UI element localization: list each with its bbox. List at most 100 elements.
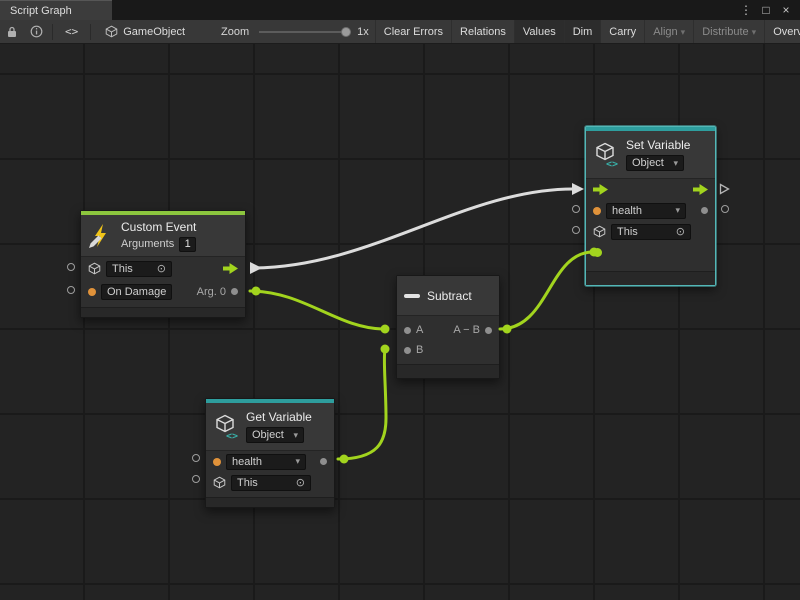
node-header[interactable]: <> Get Variable Object ▾ [206, 403, 334, 451]
chevron-down-icon: ▾ [752, 20, 757, 44]
arg0-output-port[interactable] [231, 288, 238, 295]
port-row-b: B [397, 340, 499, 360]
unconnected-port-indicator[interactable] [721, 205, 729, 213]
port-row-flow [586, 179, 715, 200]
node-header[interactable]: Subtract [397, 276, 499, 316]
overview-button[interactable]: Overview [764, 20, 800, 44]
value-output-port[interactable] [320, 458, 327, 465]
port-row-a: A A − B [397, 320, 499, 340]
window-close-icon[interactable]: × [778, 3, 794, 17]
variable-name-dropdown[interactable]: health ▾ [606, 203, 686, 219]
wire-getvariable-to-subtract-b[interactable] [338, 350, 386, 459]
arg0-port-label: Arg. 0 [197, 286, 226, 298]
unconnected-flow-output-indicator[interactable] [718, 183, 730, 195]
b-port-label: B [416, 344, 423, 356]
window-menu-icon[interactable]: ⋮ [738, 3, 754, 17]
name-input-port[interactable] [593, 207, 601, 215]
node-set-variable[interactable]: <> Set Variable Object ▾ [585, 126, 716, 286]
cube-icon [593, 225, 606, 238]
a-input-port[interactable] [404, 327, 411, 334]
zoom-label: Zoom [221, 26, 249, 38]
graph-canvas[interactable]: Custom Event Arguments 1 This ⊙ [0, 44, 800, 600]
carry-toggle[interactable]: Carry [600, 20, 644, 44]
cube-icon [88, 262, 101, 275]
this-target-field[interactable]: This ⊙ [106, 261, 172, 277]
lock-icon[interactable] [0, 26, 24, 38]
svg-text:<>: <> [226, 431, 238, 440]
zoom-slider-knob[interactable] [341, 27, 351, 37]
flow-input-port[interactable] [593, 184, 608, 195]
unconnected-port-indicator[interactable] [192, 454, 200, 462]
tab-title: Script Graph [10, 5, 72, 17]
tab-script-graph[interactable]: Script Graph [0, 0, 112, 20]
event-name-chip[interactable]: On Damage [101, 284, 172, 300]
chevron-down-icon: ▾ [673, 158, 678, 169]
target-picker-icon[interactable]: ⊙ [157, 262, 166, 275]
value-output-port[interactable] [701, 207, 708, 214]
this-target-field[interactable]: This ⊙ [611, 224, 691, 240]
zoom-slider-track [259, 31, 351, 33]
port-row-this: This ⊙ [81, 257, 245, 280]
variable-node-icon: <> [593, 142, 619, 168]
event-value-port[interactable] [88, 288, 96, 296]
distribute-dropdown[interactable]: Distribute ▾ [693, 20, 764, 44]
node-title: Set Variable [626, 138, 690, 152]
variable-scope-dropdown[interactable]: Object ▾ [246, 427, 304, 443]
node-title: Get Variable [246, 410, 312, 424]
flow-output-port[interactable] [223, 263, 238, 274]
info-icon[interactable] [24, 25, 48, 38]
flow-output-port[interactable] [693, 184, 708, 195]
gameobject-label: GameObject [123, 26, 185, 38]
this-target-field[interactable]: This ⊙ [231, 475, 311, 491]
variable-scope-dropdown[interactable]: Object ▾ [626, 155, 684, 171]
port-row-this: This ⊙ [206, 472, 334, 493]
node-custom-event[interactable]: Custom Event Arguments 1 This ⊙ [80, 210, 246, 318]
unconnected-port-indicator[interactable] [572, 205, 580, 213]
gameobject-cube-icon [105, 25, 118, 38]
result-output-port[interactable] [485, 327, 492, 334]
zoom-slider[interactable] [259, 26, 351, 38]
port-row-value [586, 242, 715, 263]
window-maximize-icon[interactable]: □ [758, 3, 774, 17]
node-header[interactable]: Custom Event Arguments 1 [81, 215, 245, 257]
relations-button[interactable]: Relations [451, 20, 514, 44]
clear-errors-button[interactable]: Clear Errors [375, 20, 451, 44]
b-input-port[interactable] [404, 347, 411, 354]
variable-node-icon: <> [213, 414, 239, 440]
node-footer [206, 497, 334, 507]
node-footer [81, 307, 245, 317]
node-header[interactable]: <> Set Variable Object ▾ [586, 131, 715, 179]
port-row-this: This ⊙ [586, 221, 715, 242]
zoom-value: 1x [357, 26, 369, 38]
unconnected-port-indicator[interactable] [67, 286, 75, 294]
wire-subtract-to-setvariable[interactable] [500, 252, 593, 329]
variable-name-dropdown[interactable]: health ▾ [226, 454, 306, 470]
a-port-label: A [416, 324, 423, 336]
target-picker-icon[interactable]: ⊙ [676, 225, 685, 238]
node-get-variable[interactable]: <> Get Variable Object ▾ health ▾ [205, 398, 335, 508]
node-title: Custom Event [121, 220, 196, 234]
align-dropdown[interactable]: Align ▾ [644, 20, 693, 44]
unconnected-port-indicator[interactable] [67, 263, 75, 271]
subtract-icon [404, 294, 420, 298]
edit-script-icon[interactable]: <> [57, 25, 86, 38]
dim-toggle[interactable]: Dim [564, 20, 601, 44]
wire-arg0-to-subtract-a[interactable] [250, 291, 384, 329]
unconnected-port-indicator[interactable] [192, 475, 200, 483]
toolbar-separator [52, 24, 53, 40]
chevron-down-icon: ▾ [681, 20, 686, 44]
gameobject-context-button[interactable]: GameObject [95, 25, 195, 38]
node-subtract[interactable]: Subtract A A − B B [396, 275, 500, 379]
node-footer [586, 271, 715, 285]
cube-icon [213, 476, 226, 489]
arguments-count-field[interactable]: 1 [179, 237, 196, 252]
node-footer [397, 364, 499, 378]
wire-flow-customevent-to-setvariable[interactable] [252, 189, 573, 268]
chevron-down-icon: ▾ [675, 205, 680, 216]
unconnected-port-indicator[interactable] [572, 226, 580, 234]
values-toggle[interactable]: Values [514, 20, 564, 44]
chevron-down-icon: ▾ [295, 456, 300, 467]
name-input-port[interactable] [213, 458, 221, 466]
port-row-name: health ▾ [586, 200, 715, 221]
target-picker-icon[interactable]: ⊙ [296, 476, 305, 489]
